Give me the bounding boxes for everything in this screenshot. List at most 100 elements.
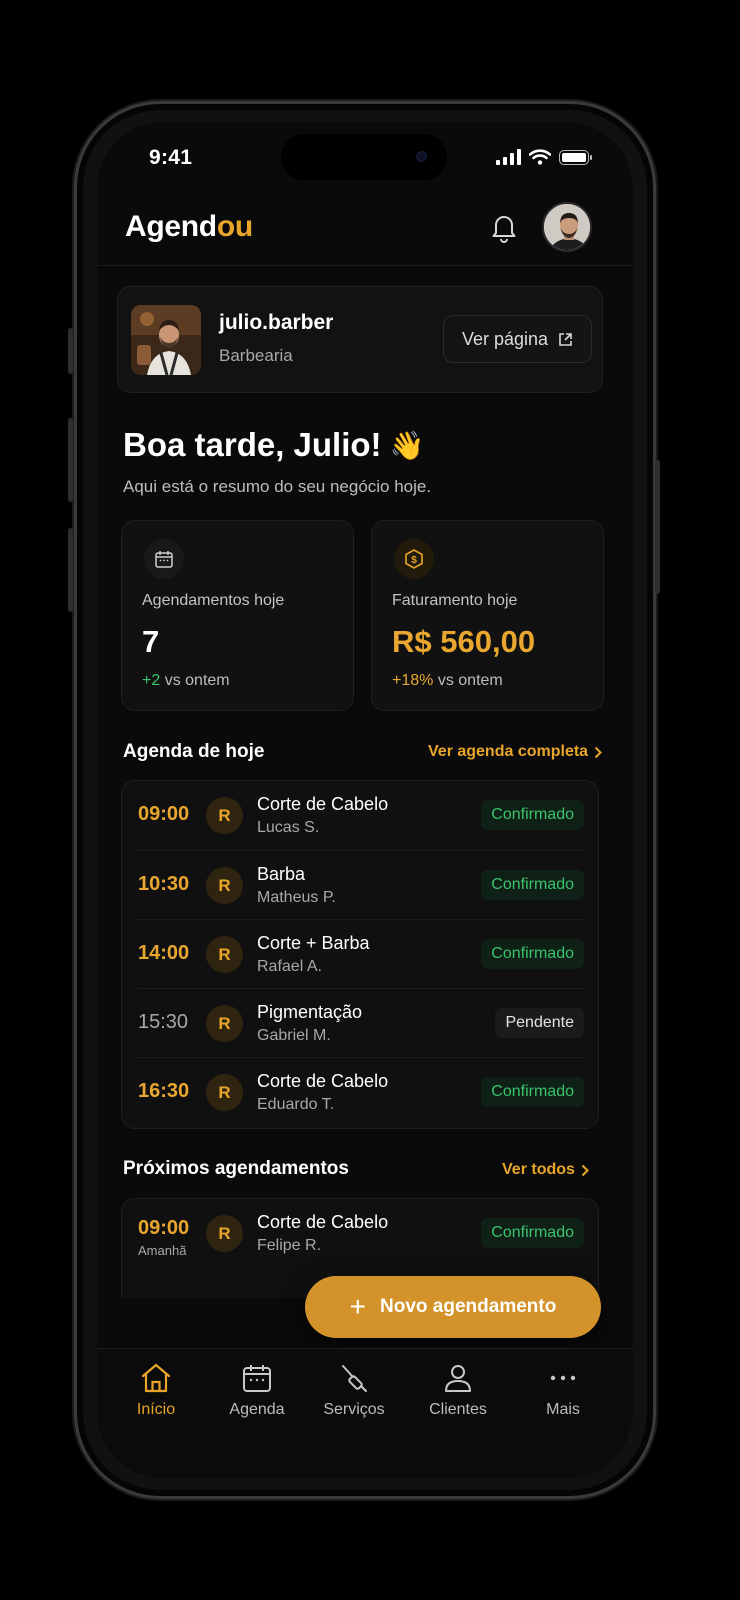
appointment-service: Corte + Barba [257,933,370,953]
tab-inicio[interactable]: Início [106,1363,206,1419]
chevron-right-icon [581,1164,589,1176]
status-badge: Confirmado [481,1218,584,1248]
greeting-title: Boa tarde, Julio! 👋 [123,426,425,463]
power-button [655,460,660,594]
appointment-day: Amanhã [138,1243,187,1258]
today-agenda-title: Agenda de hoje [123,741,265,762]
professional-avatar: R [206,867,243,904]
money-icon: $ [394,539,434,579]
tab-label: Serviços [323,1401,385,1418]
appointment-time: 10:30 [138,873,190,895]
dynamic-island [281,134,447,180]
professional-avatar: R [206,1215,243,1252]
status-badge: Confirmado [481,800,584,830]
stat-delta: +2 vs ontem [142,672,230,689]
battery-icon [559,149,592,165]
professional-avatar: R [206,936,243,973]
view-all-link[interactable]: Ver todos [502,1161,589,1179]
appointment-service: Corte de Cabelo [257,1071,389,1091]
volume-up-button [68,418,73,502]
business-handle: julio.barber [219,311,334,334]
view-page-button[interactable]: Ver página [443,315,592,363]
status-badge: Pendente [495,1008,584,1038]
stat-value: 7 [142,624,160,659]
status-badge: Confirmado [481,1077,584,1107]
appointment-row[interactable]: 09:00 R Corte de Cabelo Lucas S. Confirm… [138,781,584,850]
new-appointment-label: Novo agendamento [380,1296,557,1317]
appointment-client: Felipe R. [257,1237,322,1254]
business-category: Barbearia [219,346,293,365]
view-page-label: Ver página [461,328,549,349]
bottom-tab-bar: Início Agenda Serviços Clientes Mais [97,1348,633,1478]
external-link-icon [559,332,572,346]
tab-label: Clientes [429,1401,487,1418]
cellular-signal-icon [496,149,521,165]
chevron-right-icon [594,746,602,758]
app-screen: 9:41 Agendou julio.barber Barbearia Ver … [97,122,633,1478]
professional-avatar: R [206,797,243,834]
appointment-client: Eduardo T. [257,1096,335,1113]
razor-icon [342,1365,367,1392]
calendar-icon [144,539,184,579]
tab-label: Agenda [229,1401,285,1418]
tab-clientes[interactable]: Clientes [408,1363,508,1419]
user-avatar[interactable] [542,202,592,252]
silent-switch [68,328,73,374]
tab-label: Início [136,1401,176,1418]
appointment-client: Gabriel M. [257,1027,331,1044]
stat-label: Agendamentos hoje [142,592,285,609]
appointment-row[interactable]: 10:30 R Barba Matheus P. Confirmado [138,850,584,919]
status-badge: Confirmado [481,870,584,900]
appointment-time: 09:00 [138,803,190,825]
appointment-client: Lucas S. [257,819,320,836]
appointment-time: 16:30 [138,1080,190,1102]
more-icon [550,1375,576,1381]
professional-avatar: R [206,1074,243,1111]
appointments-today-card[interactable]: Agendamentos hoje 7 +2 vs ontem [121,520,354,711]
status-time: 9:41 [149,146,193,169]
appointment-row[interactable]: 15:30 R Pigmentação Gabriel M. Pendente [138,988,584,1057]
tab-label: Mais [546,1401,580,1418]
calendar-icon [243,1365,271,1392]
professional-avatar: R [206,1005,243,1042]
today-agenda-list: 09:00 R Corte de Cabelo Lucas S. Confirm… [121,780,599,1129]
wifi-icon [529,149,551,165]
business-photo [131,305,201,375]
business-profile-card: julio.barber Barbearia Ver página [117,286,603,393]
user-icon [445,1365,471,1392]
new-appointment-button[interactable]: + Novo agendamento [305,1276,601,1338]
svg-text:$: $ [411,555,417,566]
appointment-row[interactable]: 09:00 Amanhã R Corte de Cabelo Felipe R.… [138,1199,584,1268]
appointment-time: 15:30 [138,1011,189,1033]
tab-servicos[interactable]: Serviços [304,1363,404,1419]
status-badge: Confirmado [481,939,584,969]
revenue-today-card[interactable]: $ Faturamento hoje R$ 560,00 +18% vs ont… [371,520,604,711]
stat-value: R$ 560,00 [392,624,536,659]
greeting-subtitle: Aqui está o resumo do seu negócio hoje. [123,477,432,496]
appointment-service: Corte de Cabelo [257,794,389,814]
appointment-client: Rafael A. [257,958,322,975]
upcoming-title: Próximos agendamentos [123,1158,349,1179]
plus-icon: + [349,1291,367,1322]
appointment-service: Corte de Cabelo [257,1212,389,1232]
home-icon [141,1363,171,1393]
appointment-service: Barba [257,864,306,884]
appointment-time: 09:00 [138,1217,190,1239]
bell-icon[interactable] [489,212,519,244]
stat-label: Faturamento hoje [392,592,518,609]
view-full-agenda-link[interactable]: Ver agenda completa [428,743,602,761]
appointment-row[interactable]: 14:00 R Corte + Barba Rafael A. Confirma… [138,919,584,988]
stat-delta: +18% vs ontem [392,672,503,689]
app-logo: Agendou [125,210,253,243]
volume-down-button [68,528,73,612]
appointment-client: Matheus P. [257,889,336,906]
front-camera [416,151,427,162]
appointment-row[interactable]: 16:30 R Corte de Cabelo Eduardo T. Confi… [138,1057,584,1126]
appointment-time: 14:00 [138,942,190,964]
app-header: Agendou [97,192,633,266]
status-icons [496,149,592,165]
appointment-service: Pigmentação [257,1002,363,1022]
tab-agenda[interactable]: Agenda [207,1363,307,1419]
waving-hand-icon: 👋 [389,429,425,461]
tab-mais[interactable]: Mais [513,1363,613,1419]
